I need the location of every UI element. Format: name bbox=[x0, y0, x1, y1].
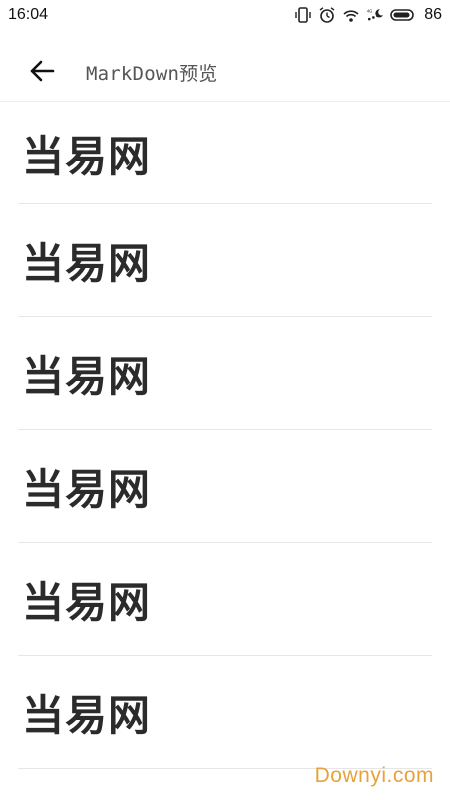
arrow-left-icon bbox=[29, 58, 55, 88]
vibrate-icon bbox=[294, 6, 312, 24]
battery-level: 86 bbox=[424, 6, 442, 23]
signal-icon: 4G bbox=[366, 6, 384, 24]
status-bar: 16:04 4G 86 bbox=[0, 0, 450, 30]
watermark-logo: Downyi.com bbox=[314, 764, 434, 787]
markdown-heading: 当易网 bbox=[18, 104, 432, 204]
battery-icon bbox=[390, 6, 416, 24]
markdown-preview[interactable]: 当易网 当易网 当易网 当易网 当易网 当易网 bbox=[18, 104, 432, 769]
status-icons: 4G 86 bbox=[294, 6, 442, 24]
markdown-heading: 当易网 bbox=[18, 656, 432, 769]
wifi-icon bbox=[342, 6, 360, 24]
status-time: 16:04 bbox=[8, 6, 49, 23]
page-title: MarkDown预览 bbox=[86, 63, 218, 85]
app-bar: MarkDown预览 bbox=[0, 44, 450, 102]
markdown-heading: 当易网 bbox=[18, 430, 432, 543]
network-label: 4G bbox=[367, 9, 372, 14]
markdown-heading: 当易网 bbox=[18, 543, 432, 656]
alarm-icon bbox=[318, 6, 336, 24]
back-button[interactable] bbox=[18, 49, 66, 97]
markdown-heading: 当易网 bbox=[18, 204, 432, 317]
markdown-heading: 当易网 bbox=[18, 317, 432, 430]
